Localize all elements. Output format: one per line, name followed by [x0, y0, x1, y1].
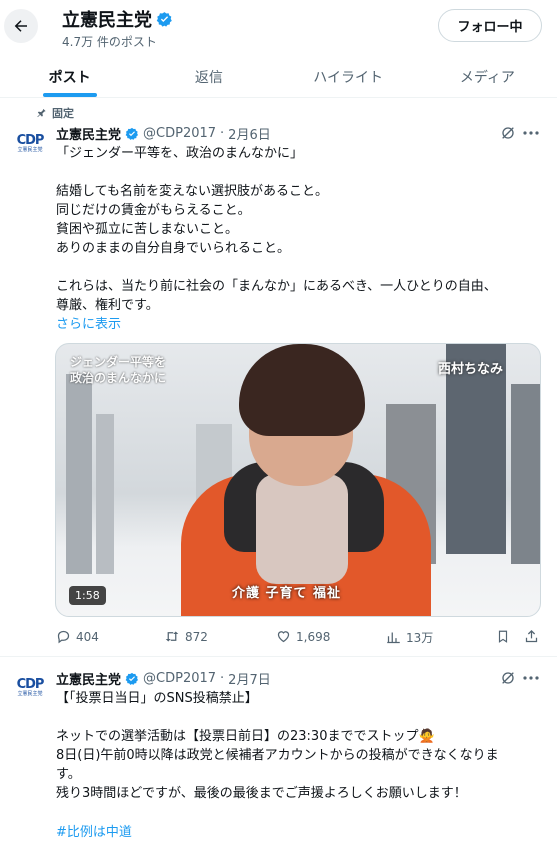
views-chart-icon	[387, 632, 400, 644]
author-handle[interactable]: @CDP2017	[143, 671, 216, 686]
post-date[interactable]: 2月7日	[228, 669, 271, 688]
tab-posts[interactable]: ポスト	[0, 56, 139, 97]
tab-label: メディア	[459, 69, 515, 86]
background-building	[511, 384, 540, 564]
separator: ·	[220, 126, 225, 141]
author-handle[interactable]: @CDP2017	[143, 126, 216, 141]
video-subject-scarf	[256, 474, 348, 584]
views-button[interactable]: 13万	[386, 629, 433, 646]
avatar-sub-text: 立憲民主党	[17, 147, 43, 153]
repost-button[interactable]: 872	[164, 629, 208, 644]
avatar[interactable]: CDP 立憲民主党	[14, 128, 46, 160]
reply-count: 404	[76, 629, 99, 644]
more-options-icon[interactable]	[523, 670, 539, 686]
grok-icon[interactable]	[500, 670, 516, 686]
avatar-sub-text: 立憲民主党	[17, 691, 43, 697]
tab-label: ハイライト	[313, 69, 383, 86]
post[interactable]: CDP 立憲民主党 立憲民主党 @CDP2017 · 2月7日 【「投票日当日」…	[0, 657, 557, 847]
video-overlay-title: ジェンダー平等を 政治のまんなかに	[70, 355, 167, 385]
video-overlay-name: 西村ちなみ	[438, 362, 504, 377]
bookmark-icon	[498, 630, 508, 643]
avatar-logo-text: CDP	[16, 677, 45, 692]
verified-badge-icon	[156, 11, 173, 28]
post-date[interactable]: 2月6日	[228, 124, 271, 143]
pinned-indicator: 固定	[36, 105, 74, 121]
post-text: 「ジェンダー平等を、政治のまんなかに」 結婚しても名前を変えない選択肢があること…	[56, 146, 497, 313]
verified-badge-icon	[125, 127, 139, 140]
profile-header: 立憲民主党 4.7万 件のポスト フォロー中	[0, 0, 557, 56]
back-button[interactable]	[4, 9, 38, 43]
avatar[interactable]: CDP 立憲民主党	[14, 672, 46, 704]
view-count: 13万	[406, 631, 434, 645]
profile-name-text: 立憲民主党	[62, 10, 152, 31]
tab-media[interactable]: メディア	[418, 56, 557, 97]
pinned-post[interactable]: 固定 CDP 立憲民主党 立憲民主党 @CDP2017 · 2月6日 「ジェンダ…	[0, 98, 557, 657]
like-button[interactable]: 1,698	[276, 629, 330, 644]
tab-highlights[interactable]: ハイライト	[279, 56, 418, 97]
post-header: 立憲民主党 @CDP2017 · 2月7日	[56, 669, 271, 688]
video-duration: 1:58	[69, 586, 106, 605]
separator: ·	[220, 671, 225, 686]
tab-replies[interactable]: 返信	[139, 56, 278, 97]
bookmark-button[interactable]	[496, 629, 510, 644]
reply-button[interactable]: 404	[56, 629, 99, 644]
verified-badge-icon	[125, 672, 139, 685]
share-icon	[525, 629, 538, 643]
tab-label: ポスト	[48, 69, 91, 86]
tab-label: 返信	[194, 69, 223, 86]
video-caption: 介護 子育て 福祉	[232, 586, 342, 601]
avatar-logo-text: CDP	[16, 133, 45, 148]
repost-count: 872	[185, 629, 208, 644]
more-options-icon[interactable]	[523, 125, 539, 141]
video-subject-hair	[239, 344, 365, 436]
profile-tabs: ポスト 返信 ハイライト メディア	[0, 56, 557, 98]
pin-icon	[37, 108, 46, 118]
background-building	[66, 374, 92, 574]
like-count: 1,698	[296, 629, 331, 644]
post-header: 立憲民主党 @CDP2017 · 2月6日	[56, 124, 271, 143]
repost-icon	[165, 631, 179, 642]
heart-icon	[277, 631, 290, 643]
pinned-label: 固定	[52, 107, 74, 120]
author-name[interactable]: 立憲民主党	[56, 124, 121, 143]
following-button[interactable]: フォロー中	[438, 9, 542, 42]
reply-icon	[57, 630, 70, 644]
grok-icon[interactable]	[500, 125, 516, 141]
arrow-left-icon	[14, 20, 27, 32]
background-building	[96, 414, 114, 574]
active-tab-indicator	[42, 93, 97, 97]
hashtag-link[interactable]: #比例は中道	[56, 821, 132, 840]
video-player[interactable]: ジェンダー平等を 政治のまんなかに 西村ちなみ 介護 子育て 福祉 1:58	[55, 343, 541, 617]
show-more-link[interactable]: さらに表示	[56, 313, 121, 332]
share-button[interactable]	[524, 629, 539, 644]
post-actions: 404 872 1,698 13万	[56, 629, 542, 649]
post-text: 【「投票日当日」のSNS投稿禁止】 ネットでの選挙活動は【投票日前日】の23:3…	[56, 691, 499, 801]
post-count: 4.7万 件のポスト	[62, 35, 157, 49]
profile-name: 立憲民主党	[62, 6, 173, 32]
author-name[interactable]: 立憲民主党	[56, 669, 121, 688]
